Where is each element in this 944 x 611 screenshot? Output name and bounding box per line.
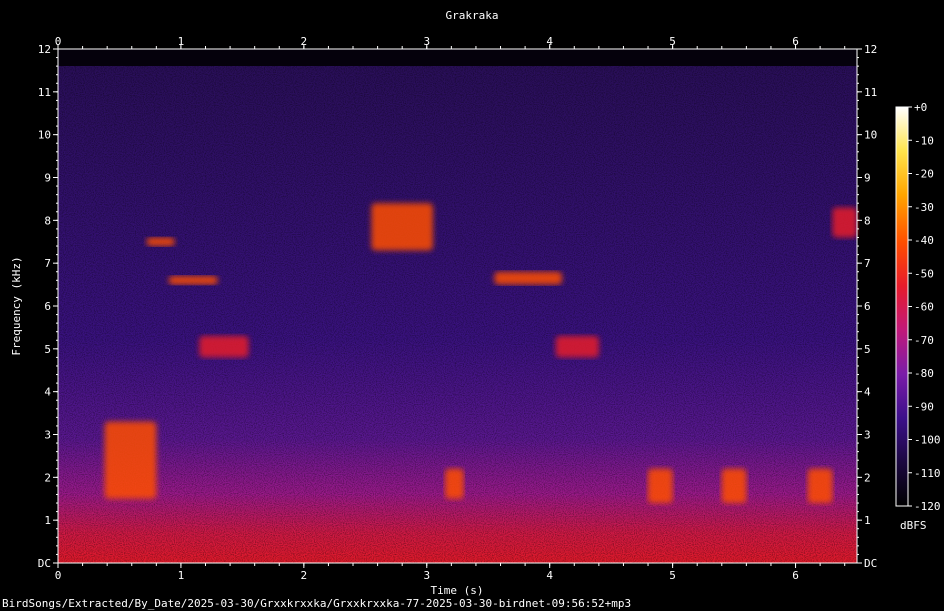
y-tick-label: 5 <box>44 343 51 356</box>
y-tick-label: 1 <box>44 514 51 527</box>
spectrogram-event <box>104 421 157 499</box>
spectrogram-top-noise-floor <box>58 49 857 66</box>
y-tick-label: 3 <box>44 429 51 442</box>
y-tick-label-right: 2 <box>864 471 871 484</box>
y-tick-label-right: DC <box>864 557 877 570</box>
colorbar-unit: dBFS <box>900 519 927 532</box>
x-tick-label: 0 <box>55 569 62 582</box>
y-axis-label: Frequency (kHz) <box>10 256 23 355</box>
spectrogram-event <box>146 237 175 247</box>
colorbar-tick-label: -60 <box>914 301 934 314</box>
colorbar-tick-label: -90 <box>914 400 934 413</box>
spectrogram-event <box>494 271 562 285</box>
spectrogram-event <box>555 335 599 358</box>
colorbar-tick-label: -10 <box>914 134 934 147</box>
colorbar-ticks: +0 -10 -20 -30 -40 -50 -60 -70 -80 -90 -100 -110 -12… <box>908 101 941 513</box>
y-tick-label-right: 9 <box>864 172 871 185</box>
x-tick-label: 5 <box>669 569 676 582</box>
y-tick-label-right: 1 <box>864 514 871 527</box>
colorbar-tick-label: -100 <box>914 434 941 447</box>
colorbar-tick-label: -50 <box>914 267 934 280</box>
y-tick-label-right: 6 <box>864 300 871 313</box>
y-tick-label-right: 3 <box>864 429 871 442</box>
y-tick-label: 6 <box>44 300 51 313</box>
colorbar-tick-label: -40 <box>914 234 934 247</box>
colorbar-tick-label: -80 <box>914 367 934 380</box>
spectrogram-event <box>168 276 218 285</box>
spectrogram-event <box>807 468 833 504</box>
colorbar-tick-label: -70 <box>914 334 934 347</box>
y-tick-label: DC <box>38 557 51 570</box>
x-tick-label: 1 <box>178 569 185 582</box>
y-tick-label: 4 <box>44 386 51 399</box>
colorbar-tick-label: -120 <box>914 500 941 513</box>
y-tick-label-right: 4 <box>864 386 871 399</box>
x-tick-label: 3 <box>423 569 430 582</box>
y-tick-label-right: 7 <box>864 257 871 270</box>
y-tick-label-right: 5 <box>864 343 871 356</box>
spectrogram-chart: 00112233445566 DC DC1 12 23 34 45 56 67 78 89 910 1… <box>10 35 941 597</box>
spectrogram-event <box>199 335 249 358</box>
y-tick-label-right: 12 <box>864 43 877 56</box>
y-tick-label: 8 <box>44 214 51 227</box>
x-axis-label: Time (s) <box>431 584 484 597</box>
x-tick-label: 2 <box>301 569 308 582</box>
y-tick-label: 7 <box>44 257 51 270</box>
y-tick-label: 10 <box>38 129 51 142</box>
spectrogram-event <box>721 468 747 504</box>
colorbar-tick-label: +0 <box>914 101 927 114</box>
y-tick-label: 11 <box>38 86 51 99</box>
source-file-path: BirdSongs/Extracted/By_Date/2025-03-30/G… <box>2 597 632 610</box>
spectrogram-event <box>648 468 673 504</box>
y-tick-label-right: 10 <box>864 129 877 142</box>
colorbar-tick-label: -20 <box>914 168 934 181</box>
colorbar-tick-label: -110 <box>914 467 941 480</box>
colorbar <box>895 106 909 507</box>
y-tick-label: 9 <box>44 172 51 185</box>
y-tick-label: 12 <box>38 43 51 56</box>
spectrogram-event <box>371 203 433 251</box>
spectrogram-event <box>832 207 857 238</box>
colorbar-tick-label: -30 <box>914 201 934 214</box>
y-tick-label-right: 8 <box>864 214 871 227</box>
y-tick-label-right: 11 <box>864 86 877 99</box>
y-tick-label: 2 <box>44 471 51 484</box>
spectrogram-event <box>445 468 464 499</box>
x-tick-label: 4 <box>546 569 553 582</box>
x-tick-label: 6 <box>792 569 799 582</box>
